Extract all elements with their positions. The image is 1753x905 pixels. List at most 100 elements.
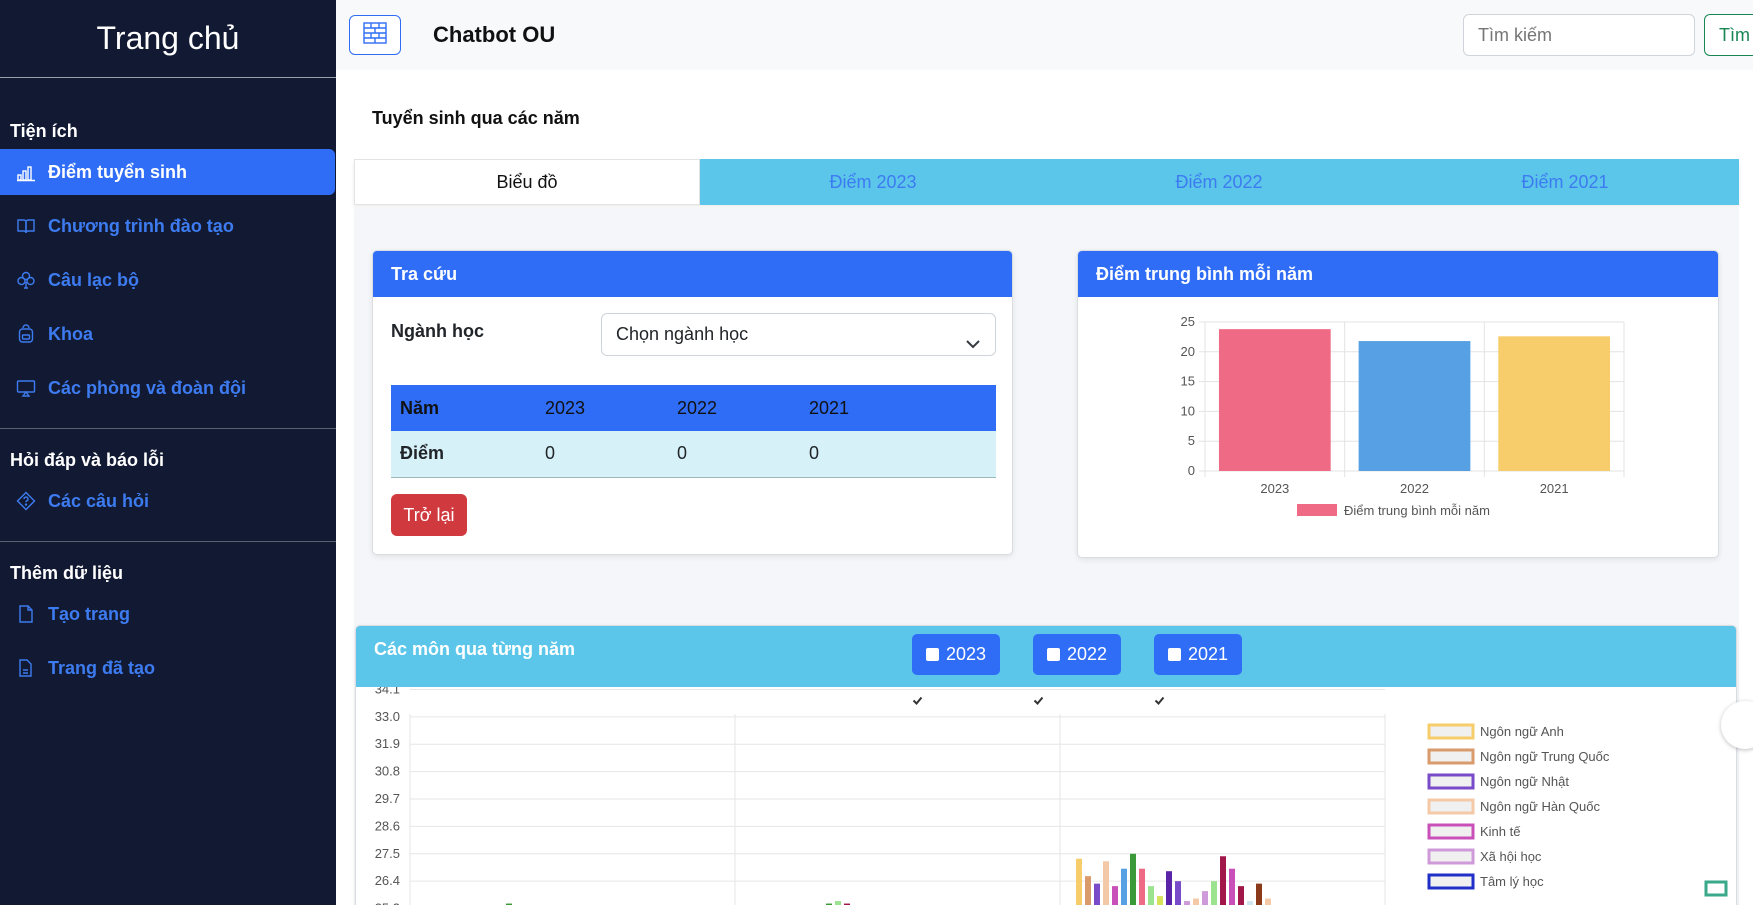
book-icon bbox=[15, 215, 37, 237]
sidebar-item-clubs[interactable]: Câu lạc bộ bbox=[0, 257, 335, 303]
lookup-card: Tra cứu Ngành học Chọn ngành học Năm 202… bbox=[372, 250, 1013, 555]
sidebar-item-created-pages[interactable]: Trang đã tạo bbox=[0, 645, 335, 691]
sidebar-item-label: Chương trình đào tạo bbox=[48, 215, 234, 236]
sidebar-item-training-program[interactable]: Chương trình đào tạo bbox=[0, 203, 335, 249]
file-icon bbox=[15, 603, 37, 625]
legend-swatch bbox=[1427, 773, 1475, 790]
bar bbox=[1256, 883, 1262, 905]
legend-label: Điểm trung bình mỗi năm bbox=[1344, 503, 1490, 518]
legend-label: Ngôn ngữ Trung Quốc bbox=[1480, 749, 1610, 764]
bar bbox=[1103, 861, 1109, 905]
search-button[interactable]: Tìm bbox=[1704, 14, 1753, 56]
sidebar: Trang chủ Tiện ích Điểm tuyển sinh Chươn… bbox=[0, 0, 336, 905]
top-navbar: Chatbot OU Tìm bbox=[336, 0, 1753, 70]
score-table: Năm 2023 2022 2021 Điểm 0 0 0 bbox=[391, 385, 996, 478]
sidebar-toggle-button[interactable] bbox=[349, 15, 401, 55]
y-tick-label: 0 bbox=[1188, 463, 1195, 478]
sidebar-item-label: Câu lạc bộ bbox=[48, 269, 140, 290]
y-tick-label: 10 bbox=[1181, 403, 1195, 418]
x-tick-label: 2023 bbox=[1260, 481, 1289, 496]
bar bbox=[1184, 901, 1190, 905]
bar bbox=[1229, 868, 1235, 905]
section-title-utilities: Tiện ích bbox=[10, 121, 78, 141]
bar bbox=[1121, 868, 1127, 905]
major-select-value: Chọn ngành học bbox=[616, 324, 749, 344]
average-score-chart: 0 5 10 15 20 25 2023 2022 2021 Điểm trung bình mỗ… bbox=[1181, 314, 1625, 518]
bar bbox=[1211, 881, 1217, 905]
bar bbox=[1265, 898, 1271, 905]
y-tick-label: 30.8 bbox=[375, 764, 400, 779]
display-icon bbox=[15, 377, 37, 399]
club-icon bbox=[15, 269, 37, 291]
tab-chart[interactable]: Biểu đồ bbox=[354, 159, 700, 205]
lookup-card-title: Tra cứu bbox=[373, 251, 1012, 297]
files-icon bbox=[15, 657, 37, 679]
question-diamond-icon bbox=[15, 490, 37, 512]
sidebar-item-create-page[interactable]: Tạo trang bbox=[0, 591, 335, 637]
sidebar-divider bbox=[0, 541, 336, 542]
sidebar-item-departments[interactable]: Các phòng và đoàn đội bbox=[0, 365, 335, 411]
sidebar-item-label: Các câu hỏi bbox=[48, 490, 150, 511]
subjects-chart: 34.1 33.0 31.9 30.8 29.7 28.6 27.5 26.4 25.3 Ngôn… bbox=[375, 687, 1728, 905]
table-header-cell: 2023 bbox=[536, 385, 668, 431]
bar bbox=[1358, 341, 1471, 471]
sidebar-item-questions[interactable]: Các câu hỏi bbox=[0, 478, 335, 524]
x-tick-label: 2021 bbox=[1540, 481, 1569, 496]
sidebar-divider bbox=[0, 428, 336, 429]
legend-swatch bbox=[1427, 723, 1475, 740]
major-label: Ngành học bbox=[391, 321, 484, 341]
bar bbox=[1218, 329, 1331, 471]
y-tick-label: 20 bbox=[1181, 344, 1195, 359]
year-toggle-2021[interactable]: 2021 bbox=[1154, 634, 1242, 705]
bar bbox=[1202, 891, 1208, 905]
table-header-cell: 2021 bbox=[800, 385, 996, 431]
major-select[interactable]: Chọn ngành học bbox=[601, 313, 996, 356]
sidebar-item-label: Điểm tuyển sinh bbox=[48, 161, 188, 182]
app-title: Chatbot OU bbox=[433, 22, 556, 47]
table-header-cell: 2022 bbox=[668, 385, 800, 431]
main-content: Tuyển sinh qua các năm Biểu đồ Điểm 2023… bbox=[336, 70, 1753, 905]
backpack-icon bbox=[15, 323, 37, 345]
tab-scores-2022[interactable]: Điểm 2022 bbox=[1046, 159, 1392, 205]
bar bbox=[1157, 896, 1163, 905]
y-tick-label: 25 bbox=[1181, 314, 1195, 329]
y-tick-label: 25.3 bbox=[375, 901, 400, 905]
bar bbox=[835, 901, 841, 905]
table-row-label: Điểm bbox=[391, 431, 536, 478]
bar bbox=[1076, 858, 1082, 905]
year-toggle-label: 2022 bbox=[1066, 644, 1108, 664]
table-row: Điểm 0 0 0 bbox=[391, 431, 996, 478]
table-cell: 0 bbox=[536, 431, 668, 478]
legend-label: Ngôn ngữ Anh bbox=[1480, 724, 1564, 739]
y-tick-label: 26.4 bbox=[375, 873, 400, 888]
bar-chart-icon bbox=[15, 161, 37, 183]
y-tick-label: 15 bbox=[1181, 374, 1195, 389]
year-toggle-2023[interactable]: 2023 bbox=[912, 634, 1000, 705]
year-toggle-2022[interactable]: 2022 bbox=[1033, 634, 1121, 705]
legend-label: Ngôn ngữ Nhật bbox=[1480, 774, 1569, 789]
bar bbox=[1112, 886, 1118, 905]
y-tick-label: 29.7 bbox=[375, 791, 400, 806]
table-cell: 0 bbox=[668, 431, 800, 478]
legend-swatch bbox=[1297, 504, 1337, 516]
sidebar-item-admission-scores[interactable]: Điểm tuyển sinh bbox=[0, 149, 335, 195]
chevron-down-icon bbox=[965, 326, 981, 367]
legend-swatch bbox=[1427, 748, 1475, 765]
back-button[interactable]: Trở lại bbox=[391, 494, 467, 536]
bar bbox=[1166, 871, 1172, 905]
bar bbox=[1139, 868, 1145, 905]
search-input[interactable] bbox=[1463, 14, 1695, 56]
sidebar-item-faculty[interactable]: Khoa bbox=[0, 311, 335, 357]
checkbox-checked-icon bbox=[912, 648, 939, 705]
bar bbox=[1148, 886, 1154, 905]
section-title-faq: Hỏi đáp và báo lỗi bbox=[10, 450, 165, 470]
section-title-add-data: Thêm dữ liệu bbox=[10, 563, 124, 583]
bar bbox=[1094, 883, 1100, 905]
legend-label: Xã hội học bbox=[1480, 849, 1542, 864]
brand-home-link[interactable]: Trang chủ bbox=[0, 0, 336, 78]
sidebar-item-label: Khoa bbox=[48, 323, 93, 344]
tab-scores-2023[interactable]: Điểm 2023 bbox=[700, 159, 1046, 205]
bar bbox=[1130, 853, 1136, 905]
sidebar-item-label: Các phòng và đoàn đội bbox=[48, 377, 247, 398]
tab-scores-2021[interactable]: Điểm 2021 bbox=[1392, 159, 1738, 205]
